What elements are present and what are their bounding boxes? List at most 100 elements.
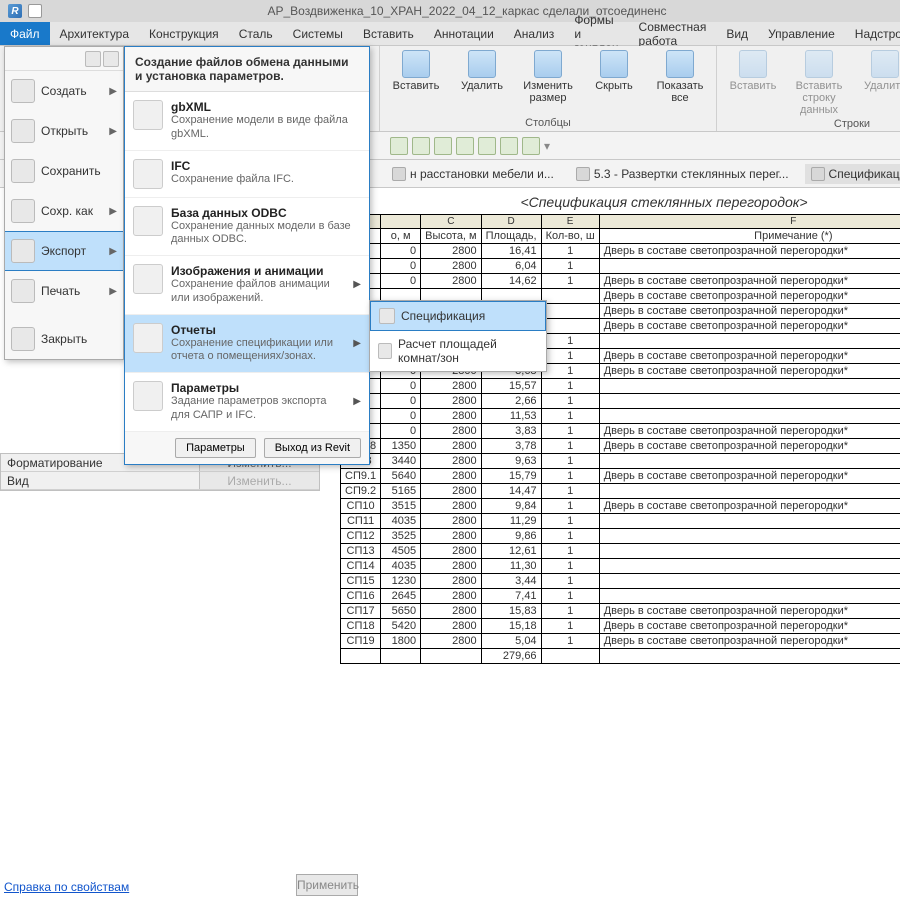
options-button[interactable]: Параметры — [175, 438, 256, 458]
table-row[interactable]: СП134505280012,611 — [341, 544, 900, 559]
menu-icon — [11, 199, 35, 223]
report-option[interactable]: Расчет площадей комнат/зон — [370, 331, 546, 371]
ribbon-btn[interactable]: Вставить — [388, 50, 444, 92]
tool-icon[interactable] — [500, 137, 518, 155]
table-row[interactable]: СП15123028003,441 — [341, 574, 900, 589]
export-option[interactable]: ПараметрыЗадание параметров экспорта для… — [125, 373, 369, 432]
file-menu-item[interactable]: Открыть▶ — [5, 111, 123, 151]
menu-icon — [11, 79, 35, 103]
menu-архитектура[interactable]: Архитектура — [50, 22, 140, 45]
table-row[interactable]: СП7.8135028003,781Дверь в составе светоп… — [341, 439, 900, 454]
file-menu-item[interactable]: Экспорт▶ — [5, 231, 123, 271]
ribbon-icon — [402, 50, 430, 78]
property-row[interactable]: ВидИзменить... — [1, 472, 319, 490]
table-row[interactable]: 028003,831Дверь в составе светопрозрачно… — [341, 424, 900, 439]
view-tab[interactable]: Спецификация стеклянны — [805, 164, 900, 184]
menu-icon — [11, 239, 35, 263]
menu-сталь[interactable]: Сталь — [229, 22, 283, 45]
ribbon-btn[interactable]: Скрыть — [586, 50, 642, 92]
tool-icon[interactable] — [478, 137, 496, 155]
ribbon-group-title: Строки — [725, 116, 900, 130]
submenu-header: Создание файлов обмена данными и установ… — [125, 47, 369, 92]
menu-системы[interactable]: Системы — [283, 22, 353, 45]
export-option[interactable]: ОтчетыСохранение спецификации или отчета… — [125, 315, 369, 374]
table-row[interactable]: СП12352528009,861 — [341, 529, 900, 544]
export-option[interactable]: Изображения и анимацииСохранение файлов … — [125, 256, 369, 315]
reports-submenu: СпецификацияРасчет площадей комнат/зон — [369, 300, 547, 372]
file-menu-item[interactable]: Печать▶ — [5, 271, 123, 311]
tool-icon[interactable] — [390, 137, 408, 155]
exit-revit-button[interactable]: Выход из Revit — [264, 438, 361, 458]
qat — [28, 4, 42, 18]
ribbon-btn[interactable]: Удалить — [857, 50, 900, 92]
table-row[interactable]: 028002,661 — [341, 394, 900, 409]
export-option[interactable]: gbXMLСохранение модели в виде файла gbXM… — [125, 92, 369, 151]
qat-icon[interactable] — [28, 4, 42, 18]
tab-icon — [811, 167, 825, 181]
file-menu-item[interactable]: Сохр. как▶ — [5, 191, 123, 231]
export-submenu: Создание файлов обмена данными и установ… — [124, 46, 370, 465]
table-row[interactable]: 028006,041 — [341, 259, 900, 274]
view-tab[interactable]: 5.3 - Развертки стеклянных перег... — [570, 164, 795, 184]
table-row[interactable]: СП144035280011,301 — [341, 559, 900, 574]
ribbon-icon — [805, 50, 833, 78]
tool-icon[interactable] — [412, 137, 430, 155]
ribbon-btn[interactable]: Вставить строку данных — [791, 50, 847, 116]
export-icon — [133, 159, 163, 189]
ribbon-icon — [871, 50, 899, 78]
menu-конструкция[interactable]: Конструкция — [139, 22, 229, 45]
ribbon-btn[interactable]: Удалить — [454, 50, 510, 92]
ribbon-btn[interactable]: Вставить — [725, 50, 781, 92]
table-row[interactable]: 0280015,571 — [341, 379, 900, 394]
view-tab[interactable]: н расстановки мебели и... — [386, 164, 560, 184]
export-icon — [133, 323, 163, 353]
export-option[interactable]: IFCСохранение файла IFC. — [125, 151, 369, 198]
menu-анализ[interactable]: Анализ — [504, 22, 565, 45]
menu-надстройки[interactable]: Надстройки — [845, 22, 900, 45]
table-row[interactable]: СП19180028005,041Дверь в составе светопр… — [341, 634, 900, 649]
table-row[interactable]: СП175650280015,831Дверь в составе светоп… — [341, 604, 900, 619]
menu-управление[interactable]: Управление — [758, 22, 845, 45]
file-menu-item[interactable]: Сохранить — [5, 151, 123, 191]
ribbon-btn[interactable]: Показать все — [652, 50, 708, 104]
table-row[interactable]: СП16264528007,411 — [341, 589, 900, 604]
ribbon-btn[interactable]: Изменить размер — [520, 50, 576, 104]
titlebar: R АР_Воздвиженка_10_ХРАН_2022_04_12_карк… — [0, 0, 900, 22]
file-menu-item[interactable]: Создать▶ — [5, 71, 123, 111]
table-row[interactable]: СП8344028009,631 — [341, 454, 900, 469]
menu-формы и генплан[interactable]: Формы и генплан — [564, 22, 628, 45]
menu-аннотации[interactable]: Аннотации — [424, 22, 504, 45]
table-row[interactable]: СП10351528009,841Дверь в составе светопр… — [341, 499, 900, 514]
menubar: ФайлАрхитектураКонструкцияСтальСистемыВс… — [0, 22, 900, 46]
table-row[interactable]: 0280011,531 — [341, 409, 900, 424]
properties-help-link[interactable]: Справка по свойствам — [4, 880, 129, 894]
table-row[interactable]: 0280016,411Дверь в составе светопрозрачн… — [341, 244, 900, 259]
tool-icon[interactable] — [522, 137, 540, 155]
menu-файл[interactable]: Файл — [0, 22, 50, 45]
tool-icon[interactable] — [434, 137, 452, 155]
export-option[interactable]: База данных ODBCСохранение данных модели… — [125, 198, 369, 257]
recent-docs-icon[interactable] — [103, 51, 119, 67]
table-row[interactable]: СП185420280015,181Дверь в составе светоп… — [341, 619, 900, 634]
schedule-table[interactable]: CDEFо, мВысота, мПлощадь,Кол-во, шПримеч… — [340, 214, 900, 664]
ribbon-icon — [468, 50, 496, 78]
tool-icon[interactable] — [456, 137, 474, 155]
table-row[interactable]: СП114035280011,291 — [341, 514, 900, 529]
menu-вид[interactable]: Вид — [716, 22, 758, 45]
window-title: АР_Воздвиженка_10_ХРАН_2022_04_12_каркас… — [42, 4, 892, 18]
export-icon — [133, 206, 163, 236]
ribbon-icon — [739, 50, 767, 78]
apply-button[interactable]: Применить — [296, 874, 358, 896]
table-row[interactable]: СП9.15640280015,791Дверь в составе свето… — [341, 469, 900, 484]
table-row[interactable]: 0280014,621Дверь в составе светопрозрачн… — [341, 274, 900, 289]
menu-вставить[interactable]: Вставить — [353, 22, 424, 45]
file-menu: Создать▶Открыть▶СохранитьСохр. как▶Экспо… — [4, 46, 124, 360]
file-menu-item[interactable]: Закрыть — [5, 319, 123, 359]
recent-docs-icon[interactable] — [85, 51, 101, 67]
table-row[interactable]: СП9.25165280014,471 — [341, 484, 900, 499]
schedule-title: <Спецификация стеклянных перегородок> — [340, 188, 900, 214]
report-option[interactable]: Спецификация — [370, 301, 546, 331]
tab-icon — [392, 167, 406, 181]
menu-совместная работа[interactable]: Совместная работа — [629, 22, 717, 45]
export-icon — [133, 100, 163, 130]
